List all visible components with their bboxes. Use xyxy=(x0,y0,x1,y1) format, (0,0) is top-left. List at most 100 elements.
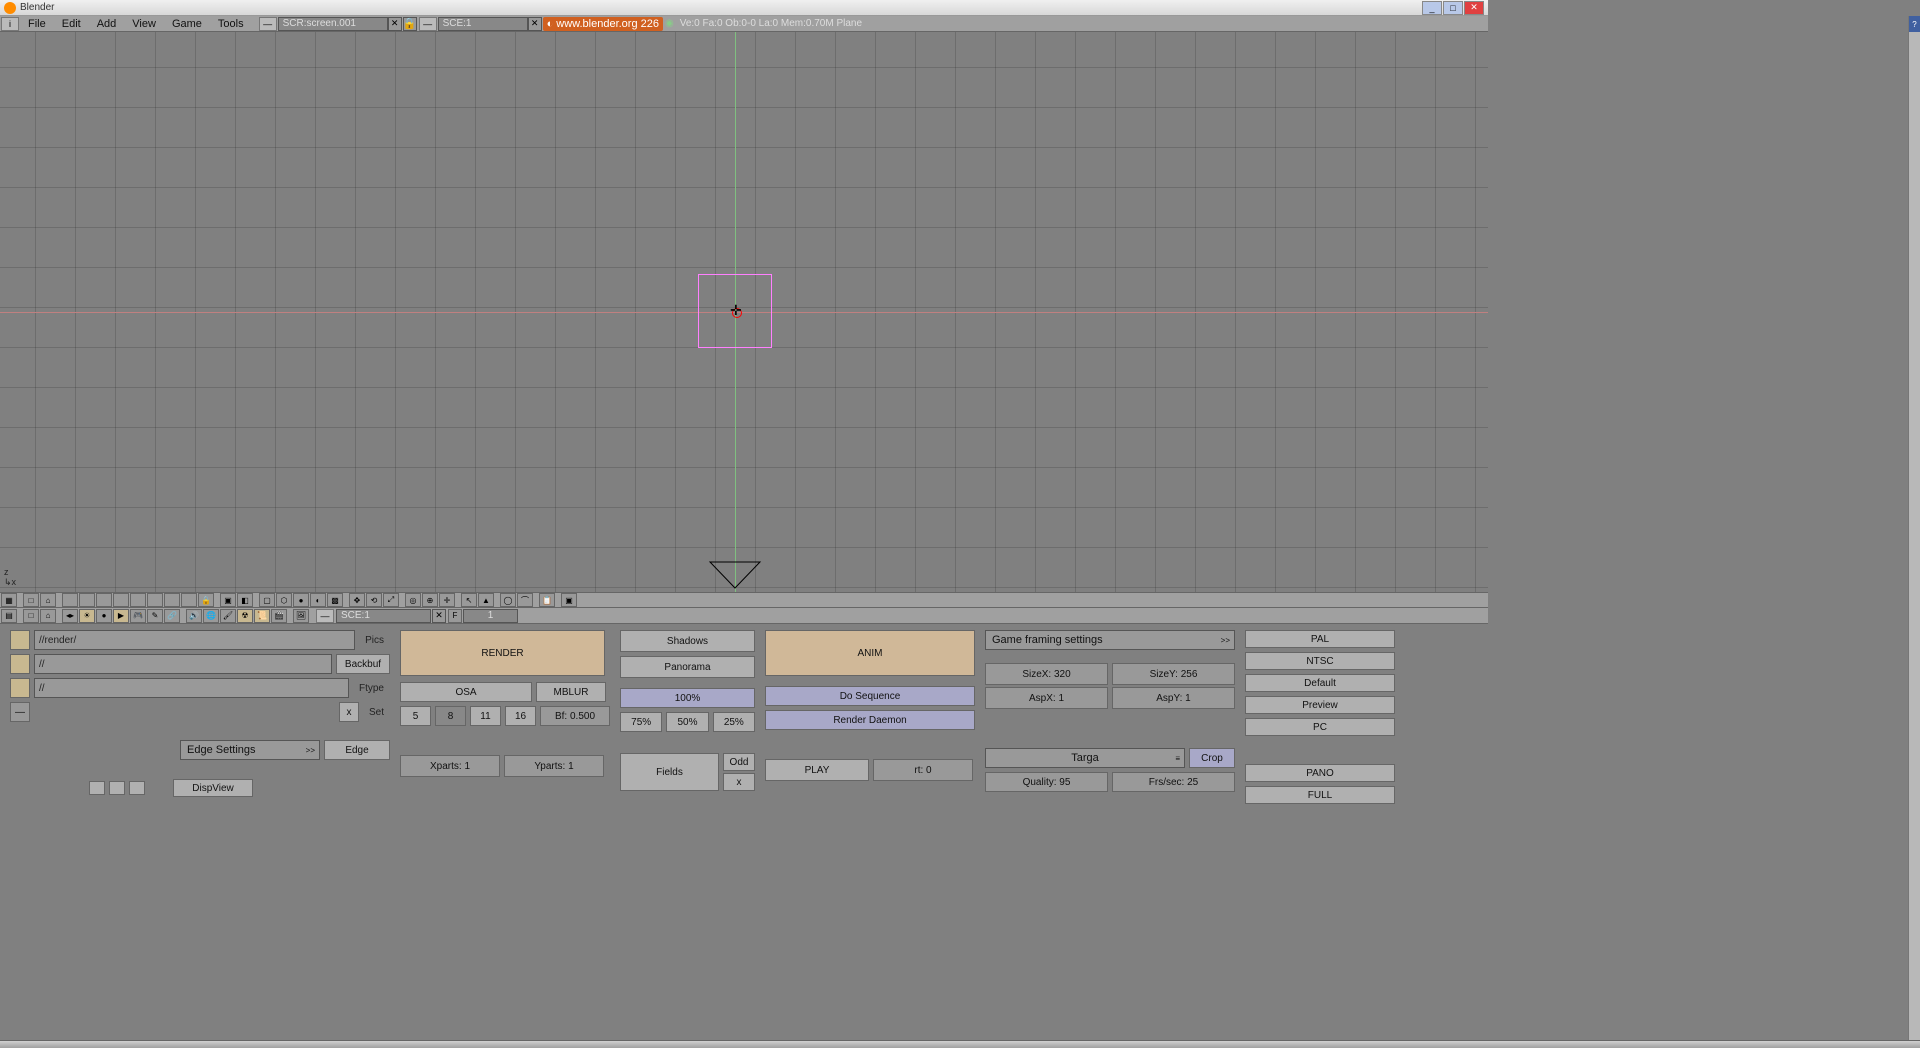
preset-full-button[interactable]: FULL xyxy=(1245,786,1395,804)
menu-view[interactable]: View xyxy=(124,18,164,30)
blender-url-badge[interactable]: ◐www.blender.org 226 xyxy=(543,17,663,31)
backbuf-browse-button[interactable] xyxy=(10,654,30,674)
material-buttons-icon[interactable]: ● xyxy=(96,609,112,623)
sizex-field[interactable]: SizeX: 320 xyxy=(985,663,1108,685)
layer-1-button[interactable] xyxy=(62,593,78,607)
pics-path-input[interactable] xyxy=(34,630,355,650)
shadows-button[interactable]: Shadows xyxy=(620,630,755,652)
help-corner-icon[interactable]: ? xyxy=(1909,16,1920,32)
translate-icon[interactable]: ✥ xyxy=(349,593,365,607)
view-buttons-icon[interactable]: ◂▸ xyxy=(62,609,78,623)
proportional-icon[interactable]: ◯ xyxy=(500,593,516,607)
yparts-field[interactable]: Yparts: 1 xyxy=(504,755,604,777)
edit-buttons-icon[interactable]: ✎ xyxy=(147,609,163,623)
localview-icon[interactable]: ▣ xyxy=(220,593,236,607)
osa-16-button[interactable]: 16 xyxy=(505,706,536,726)
layer-5-button[interactable] xyxy=(130,593,146,607)
radiosity-buttons-icon[interactable]: ☢ xyxy=(237,609,253,623)
play-button[interactable]: PLAY xyxy=(765,759,869,781)
draw-wire-icon[interactable]: ⬡ xyxy=(276,593,292,607)
dispview-button[interactable]: DispView xyxy=(173,779,253,797)
preset-ntsc-button[interactable]: NTSC xyxy=(1245,652,1395,670)
draw-textured-icon[interactable]: ▩ xyxy=(327,593,343,607)
image-buttons-icon[interactable]: 🖼 xyxy=(293,609,309,623)
anim-button[interactable]: ANIM xyxy=(765,630,975,676)
bf-field[interactable]: Bf: 0.500 xyxy=(540,706,610,726)
ftype-browse-button[interactable] xyxy=(10,678,30,698)
camera-object[interactable] xyxy=(708,560,762,590)
backbuf-button[interactable]: Backbuf xyxy=(336,654,390,674)
screen-lock-icon[interactable]: 🔒 xyxy=(403,17,417,31)
buttons-scene-browse-icon[interactable]: — xyxy=(316,609,334,623)
layer-4-button[interactable] xyxy=(113,593,129,607)
do-sequence-button[interactable]: Do Sequence xyxy=(765,686,975,706)
render-daemon-button[interactable]: Render Daemon xyxy=(765,710,975,730)
preset-pal-button[interactable]: PAL xyxy=(1245,630,1395,648)
render-button[interactable]: RENDER xyxy=(400,630,605,676)
scale-icon[interactable]: ⤢ xyxy=(383,593,399,607)
window-maximize-button[interactable]: □ xyxy=(1443,1,1463,15)
scene-buttons-icon[interactable]: 🎬 xyxy=(271,609,287,623)
size-75-button[interactable]: 75% xyxy=(620,712,662,732)
screen-browse-icon[interactable]: — xyxy=(259,17,277,31)
menu-edit[interactable]: Edit xyxy=(54,18,89,30)
buttons-fullscreen-icon[interactable]: □ xyxy=(23,609,39,623)
lamp-buttons-icon[interactable]: ☀ xyxy=(79,609,95,623)
osa-11-button[interactable]: 11 xyxy=(470,706,501,726)
edge-button[interactable]: Edge xyxy=(324,740,390,760)
layer-2-button[interactable] xyxy=(79,593,95,607)
copy-menu-icon[interactable]: 📋 xyxy=(539,593,555,607)
world-buttons-icon[interactable]: 🌐 xyxy=(203,609,219,623)
odd-button[interactable]: Odd xyxy=(723,753,755,771)
sound-buttons-icon[interactable]: 🔊 xyxy=(186,609,202,623)
window-type-icon[interactable]: i xyxy=(1,17,19,31)
window-minimize-button[interactable]: _ xyxy=(1422,1,1442,15)
paint-buttons-icon[interactable]: 🖌 xyxy=(220,609,236,623)
buttons-scene-field[interactable]: SCE:1 xyxy=(336,609,431,623)
pivot-bbox-icon[interactable]: ◎ xyxy=(405,593,421,607)
buttons-scene-delete-button[interactable]: ✕ xyxy=(432,609,446,623)
osa-8-button[interactable]: 8 xyxy=(435,706,466,726)
layer-lock-icon[interactable]: 🔒 xyxy=(198,593,214,607)
buttons-home-icon[interactable]: ⌂ xyxy=(40,609,56,623)
menu-file[interactable]: File xyxy=(20,18,54,30)
size-100-button[interactable]: 100% xyxy=(620,688,755,708)
layer-3-button[interactable] xyxy=(96,593,112,607)
screen-delete-button[interactable]: ✕ xyxy=(388,17,402,31)
home-icon[interactable]: ⌂ xyxy=(40,593,56,607)
aspx-field[interactable]: AspX: 1 xyxy=(985,687,1108,709)
3d-viewport[interactable]: z↳x xyxy=(0,32,1488,592)
viewmode-icon[interactable]: ◧ xyxy=(237,593,253,607)
scene-browse-icon[interactable]: — xyxy=(419,17,437,31)
rotate-icon[interactable]: ⟲ xyxy=(366,593,382,607)
panorama-button[interactable]: Panorama xyxy=(620,656,755,678)
draw-solid-icon[interactable]: ● xyxy=(293,593,309,607)
set-browse-button[interactable]: — xyxy=(10,702,30,722)
sizey-field[interactable]: SizeY: 256 xyxy=(1112,663,1235,685)
size-50-button[interactable]: 50% xyxy=(666,712,708,732)
right-scrollbar[interactable]: ? xyxy=(1908,16,1920,1040)
preset-pc-button[interactable]: PC xyxy=(1245,718,1395,736)
frssec-field[interactable]: Frs/sec: 25 xyxy=(1112,772,1235,792)
constraint-buttons-icon[interactable]: 🔗 xyxy=(164,609,180,623)
format-type-dropdown[interactable]: Targa ≡ xyxy=(985,748,1185,768)
layer-6-button[interactable] xyxy=(147,593,163,607)
xparts-field[interactable]: Xparts: 1 xyxy=(400,755,500,777)
layer-7-button[interactable] xyxy=(164,593,180,607)
draw-bbox-icon[interactable]: ▢ xyxy=(259,593,275,607)
menu-tools[interactable]: Tools xyxy=(210,18,252,30)
mode-edit-icon[interactable]: ▲ xyxy=(478,593,494,607)
dispview-opt2-button[interactable] xyxy=(109,781,125,795)
fields-button[interactable]: Fields xyxy=(620,753,719,791)
layer-8-button[interactable] xyxy=(181,593,197,607)
pics-browse-button[interactable] xyxy=(10,630,30,650)
quality-field[interactable]: Quality: 95 xyxy=(985,772,1108,792)
scene-delete-button[interactable]: ✕ xyxy=(528,17,542,31)
anim-buttons-icon[interactable]: ▶ xyxy=(113,609,129,623)
render-icon[interactable]: ▣ xyxy=(561,593,577,607)
menu-add[interactable]: Add xyxy=(89,18,125,30)
window-type-3dview-icon[interactable]: ▦ xyxy=(1,593,17,607)
preset-preview-button[interactable]: Preview xyxy=(1245,696,1395,714)
osa-5-button[interactable]: 5 xyxy=(400,706,431,726)
preset-pano-button[interactable]: PANO xyxy=(1245,764,1395,782)
